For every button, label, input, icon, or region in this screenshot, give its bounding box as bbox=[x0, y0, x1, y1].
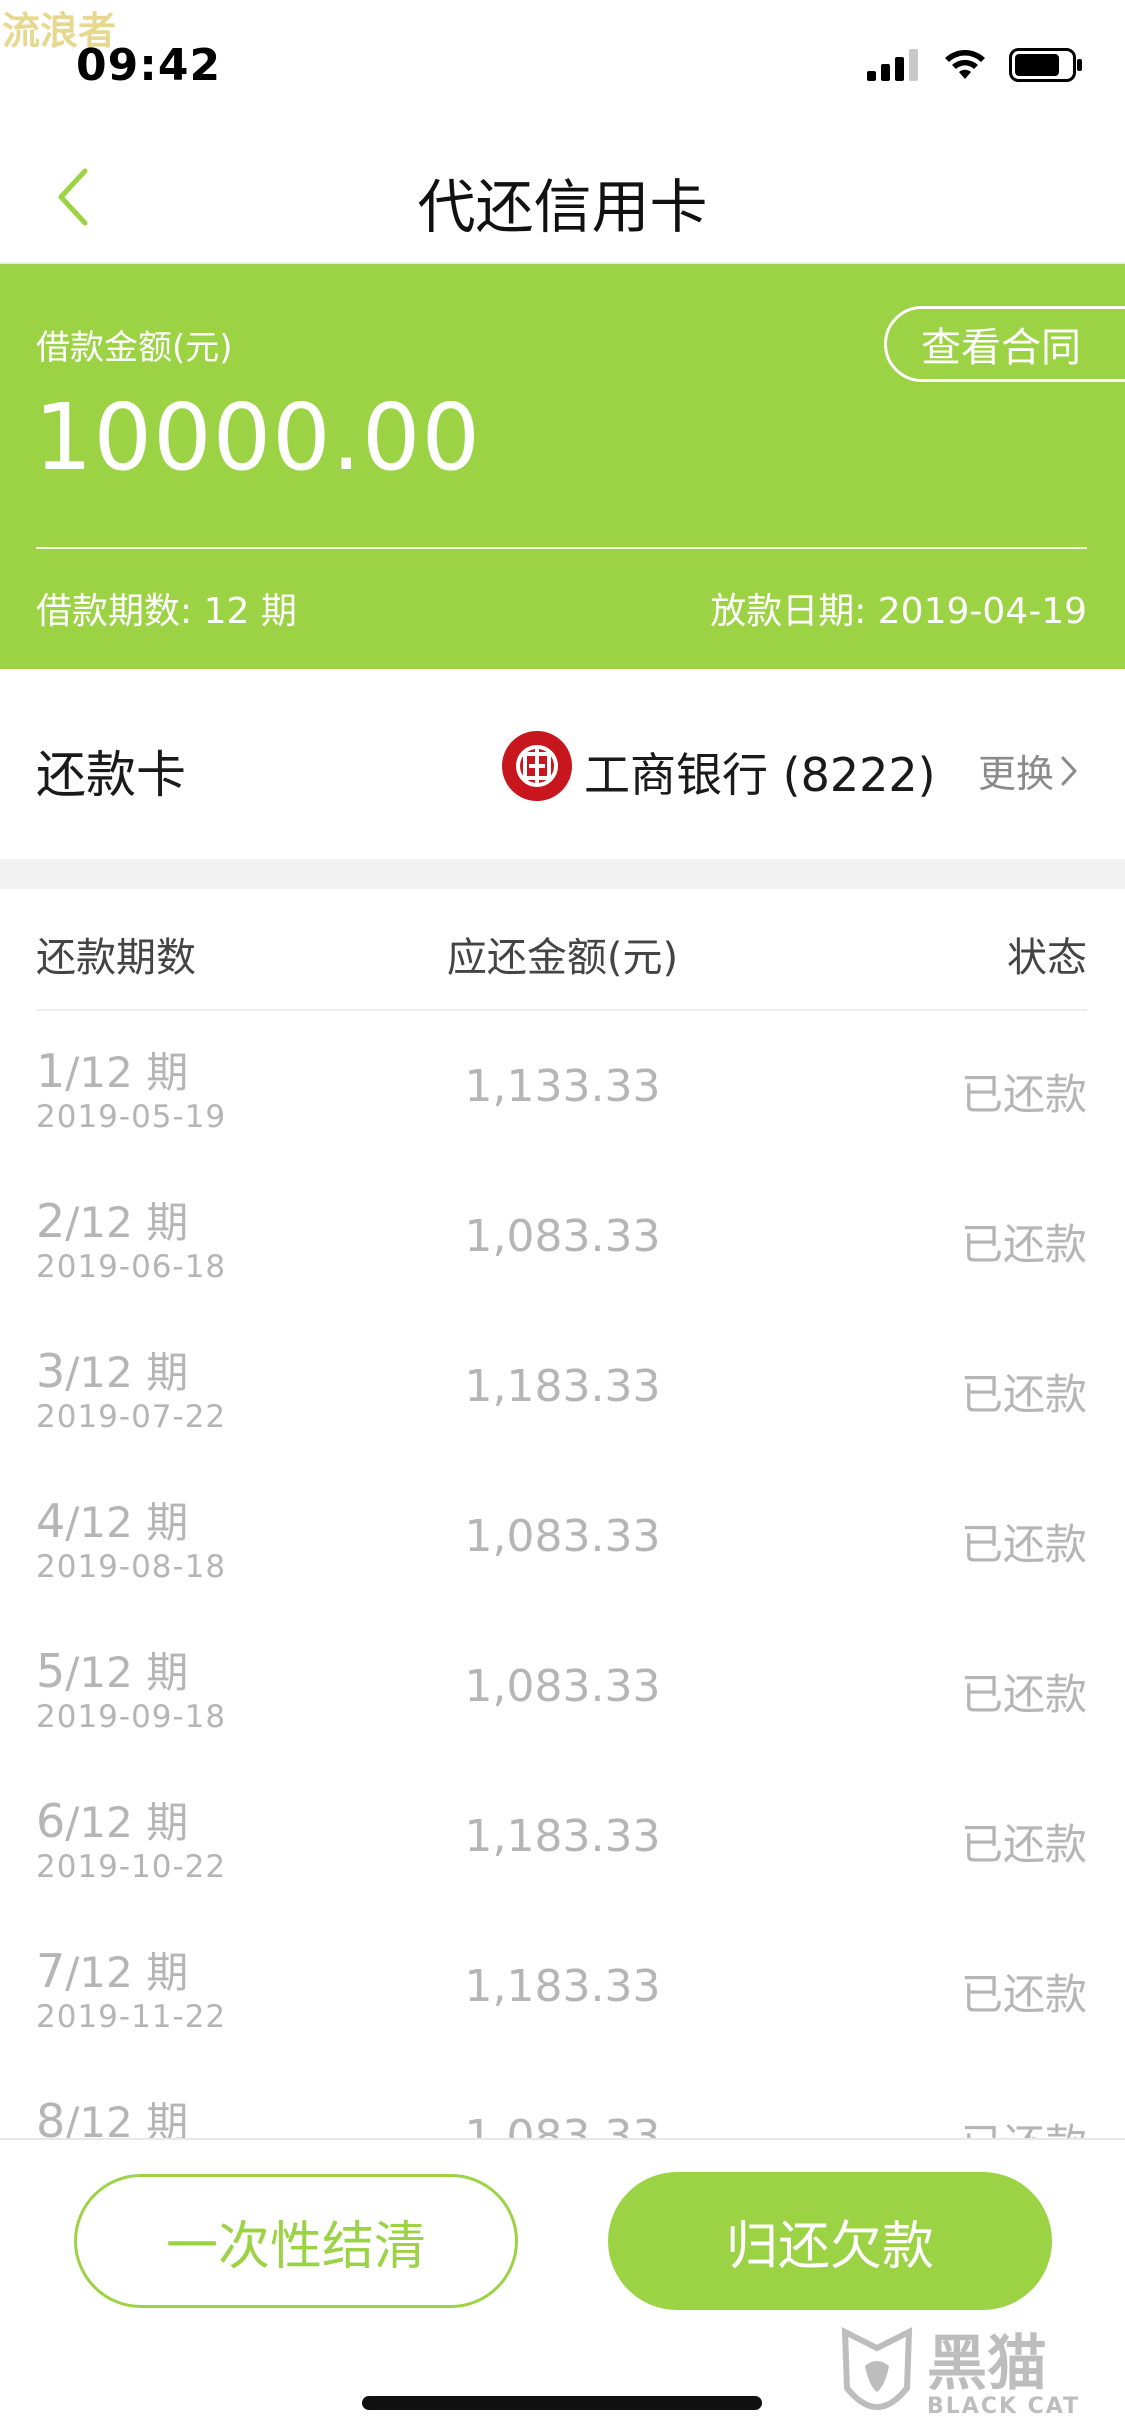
row-amount: 1,183.33 bbox=[464, 1811, 661, 1862]
row-status: 已还款 bbox=[960, 1070, 1087, 1119]
row-amount: 1,083.33 bbox=[464, 1661, 661, 1712]
loan-terms-value: 12 期 bbox=[203, 591, 297, 632]
icbc-logo-icon bbox=[502, 731, 572, 801]
chevron-right-icon bbox=[1061, 756, 1077, 785]
table-row[interactable]: 3/12 期 2019-07-22 1,183.33 已还款 bbox=[0, 1311, 1125, 1461]
table-row[interactable]: 2/12 期 2019-06-18 1,083.33 已还款 bbox=[0, 1161, 1125, 1311]
row-amount: 1,083.33 bbox=[464, 1511, 661, 1562]
row-status: 已还款 bbox=[960, 1370, 1087, 1419]
row-status: 已还款 bbox=[960, 1520, 1087, 1569]
change-card-label: 更换 bbox=[978, 752, 1055, 796]
loan-terms: 借款期数: 12 期 bbox=[36, 582, 297, 634]
table-row[interactable]: 5/12 期 2019-09-18 1,083.33 已还款 bbox=[0, 1611, 1125, 1761]
repay-button[interactable]: 归还欠款 bbox=[608, 2172, 1052, 2310]
table-row[interactable]: 1/12 期 2019-05-19 1,133.33 已还款 bbox=[0, 1011, 1125, 1161]
row-status: 已还款 bbox=[960, 1820, 1087, 1869]
divider bbox=[36, 547, 1087, 549]
row-amount: 1,183.33 bbox=[464, 1961, 661, 2012]
row-amount: 1,133.33 bbox=[464, 1061, 661, 1112]
change-card-button[interactable]: 更换 bbox=[978, 743, 1078, 798]
release-date-label: 放款日期: bbox=[710, 591, 867, 632]
repay-card-row[interactable]: 还款卡 工商银行 (8222) 更换 bbox=[0, 669, 1125, 859]
release-date: 放款日期: 2019-04-19 bbox=[710, 582, 1087, 634]
release-date-value: 2019-04-19 bbox=[877, 591, 1087, 632]
cat-logo-icon bbox=[841, 2327, 913, 2410]
row-amount: 1,183.33 bbox=[464, 1361, 661, 1412]
status-icons bbox=[867, 48, 1083, 82]
loan-amount-label: 借款金额(元) bbox=[36, 328, 233, 368]
loan-summary-card: 借款金额(元) 查看合同 10000.00 借款期数: 12 期 放款日期: 2… bbox=[0, 264, 1125, 669]
row-status: 已还款 bbox=[960, 1670, 1087, 1719]
view-contract-button[interactable]: 查看合同 bbox=[884, 306, 1125, 382]
bank-name: 工商银行 (8222) bbox=[584, 748, 936, 802]
status-time: 09:42 bbox=[76, 40, 222, 91]
table-row[interactable]: 4/12 期 2019-08-18 1,083.33 已还款 bbox=[0, 1461, 1125, 1611]
row-status: 已还款 bbox=[960, 1220, 1087, 1269]
schedule-table-header: 还款期数 应还金额(元) 状态 bbox=[0, 889, 1125, 1011]
watermark-brand-en: BLACK CAT bbox=[927, 2393, 1081, 2419]
cellular-signal-icon bbox=[867, 49, 918, 81]
header-amount: 应还金额(元) bbox=[446, 935, 679, 981]
page-title: 代还信用卡 bbox=[417, 173, 708, 241]
header-status: 状态 bbox=[1007, 935, 1087, 981]
schedule-table-body: 1/12 期 2019-05-19 1,133.33 已还款 2/12 期 20… bbox=[0, 1011, 1125, 2211]
repay-card-label: 还款卡 bbox=[36, 746, 186, 804]
loan-amount-value: 10000.00 bbox=[34, 384, 481, 491]
black-cat-watermark: 黑猫 BLACK CAT bbox=[837, 2320, 1117, 2432]
settle-all-button[interactable]: 一次性结清 bbox=[74, 2174, 518, 2308]
watermark-brand: 黑猫 BLACK CAT bbox=[927, 2334, 1080, 2419]
row-status: 已还款 bbox=[960, 1970, 1087, 2019]
table-row[interactable]: 6/12 期 2019-10-22 1,183.33 已还款 bbox=[0, 1761, 1125, 1911]
battery-icon bbox=[1009, 48, 1082, 82]
table-row[interactable]: 7/12 期 2019-11-22 1,183.33 已还款 bbox=[0, 1911, 1125, 2061]
row-amount: 1,083.33 bbox=[464, 1211, 661, 1262]
status-bar: 09:42 bbox=[0, 0, 1125, 130]
home-indicator bbox=[362, 2396, 762, 2410]
loan-terms-label: 借款期数: bbox=[36, 591, 193, 632]
wifi-icon bbox=[945, 50, 985, 79]
watermark-brand-cn: 黑猫 bbox=[927, 2328, 1047, 2399]
nav-bar: 代还信用卡 bbox=[0, 130, 1125, 264]
section-gap bbox=[0, 859, 1125, 889]
